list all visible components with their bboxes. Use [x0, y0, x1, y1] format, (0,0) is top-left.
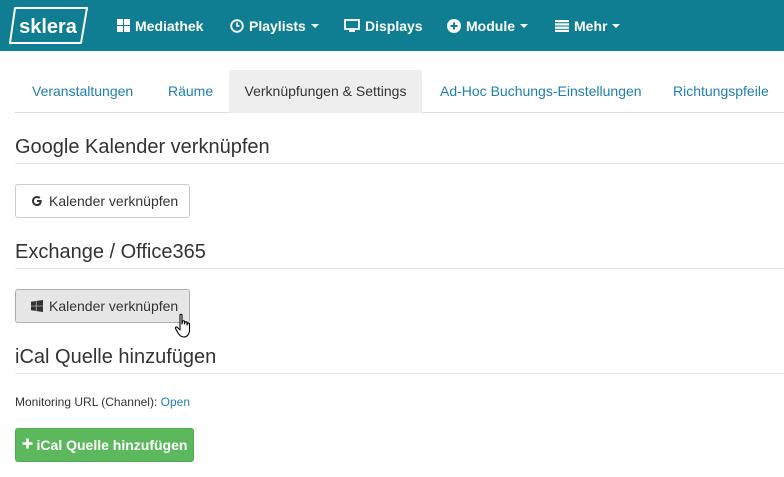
- hand-pointer-cursor-icon: [174, 313, 194, 339]
- list-icon: [555, 19, 569, 32]
- google-connect-button[interactable]: Kalender verknüpfen: [15, 184, 190, 218]
- grid-icon: [117, 19, 130, 32]
- nav-mediathek-label: Mediathek: [135, 17, 204, 34]
- google-icon: [31, 195, 43, 207]
- nav-playlists-label: Playlists: [249, 17, 306, 34]
- nav-module[interactable]: Module: [447, 0, 528, 51]
- ical-section-title: iCal Quelle hinzufügen: [15, 346, 217, 368]
- divider: [15, 163, 784, 164]
- exchange-connect-button[interactable]: Kalender verknüpfen: [15, 289, 190, 323]
- monitoring-url-label: Monitoring URL (Channel):: [15, 395, 158, 409]
- nav-displays-label: Displays: [365, 17, 423, 34]
- divider: [15, 268, 784, 269]
- plus-circle-icon: [447, 18, 461, 33]
- divider: [15, 373, 784, 374]
- monitoring-open-link[interactable]: Open: [161, 395, 190, 409]
- nav-mehr-label: Mehr: [574, 17, 608, 34]
- google-section-title: Google Kalender verknüpfen: [15, 136, 270, 158]
- nav-mehr[interactable]: Mehr: [555, 0, 621, 51]
- settings-tabs: Veranstaltungen Räume Verknüpfungen & Se…: [15, 70, 784, 113]
- tab-veranstaltungen[interactable]: Veranstaltungen: [32, 70, 133, 113]
- nav-module-label: Module: [466, 17, 515, 34]
- tab-ad-hoc-buchungs-einstellungen[interactable]: Ad-Hoc Buchungs-Einstellungen: [440, 70, 642, 113]
- monitor-icon: [344, 18, 360, 32]
- tab-raeume[interactable]: Räume: [168, 70, 213, 113]
- chevron-down-icon: [310, 23, 319, 28]
- chevron-down-icon: [520, 23, 528, 28]
- plus-icon: [22, 437, 33, 453]
- chevron-down-icon: [612, 23, 621, 28]
- clock-icon: [230, 18, 244, 33]
- exchange-section-title: Exchange / Office365: [15, 241, 206, 263]
- nav-displays[interactable]: Displays: [344, 0, 423, 51]
- monitoring-url-line: Monitoring URL (Channel): Open: [15, 395, 190, 409]
- sklera-logo[interactable]: sklera: [9, 5, 89, 46]
- windows-icon: [31, 300, 43, 312]
- google-connect-button-label: Kalender verknüpfen: [49, 193, 179, 209]
- logo-text: sklera: [19, 16, 78, 38]
- nav-playlists[interactable]: Playlists: [230, 0, 319, 51]
- tab-richtungspfeile[interactable]: Richtungspfeile: [673, 70, 769, 113]
- add-ical-source-button[interactable]: iCal Quelle hinzufügen: [15, 428, 194, 462]
- add-ical-source-button-label: iCal Quelle hinzufügen: [36, 437, 188, 453]
- top-navbar: sklera Mediathek Playlists Displays Modu…: [0, 0, 784, 51]
- tab-verknuepfungen-settings[interactable]: Verknüpfungen & Settings: [229, 70, 422, 113]
- exchange-connect-button-label: Kalender verknüpfen: [49, 298, 179, 314]
- nav-mediathek[interactable]: Mediathek: [117, 0, 203, 51]
